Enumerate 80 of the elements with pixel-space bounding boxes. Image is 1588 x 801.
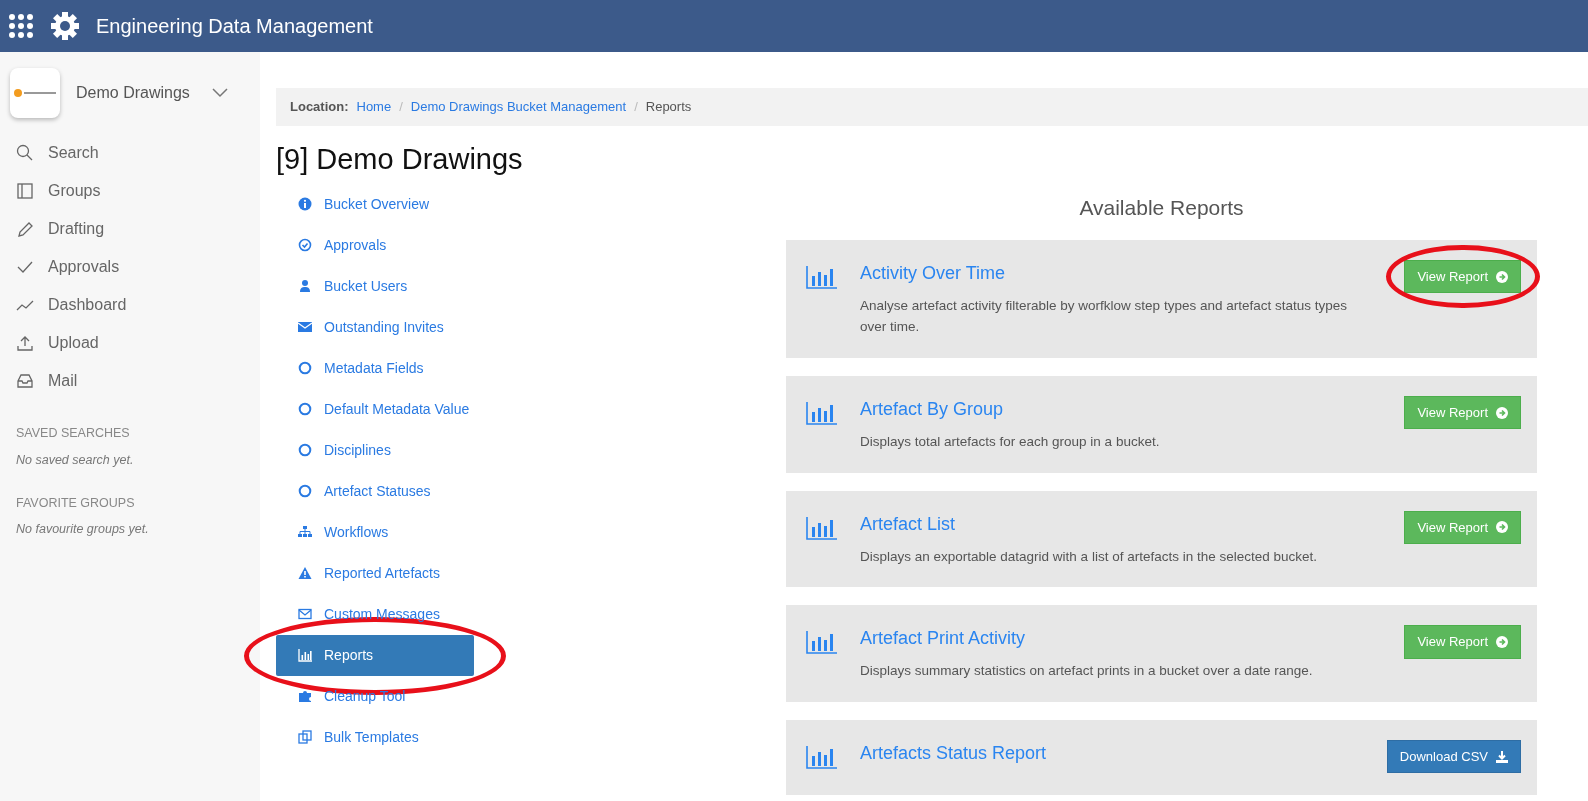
pencil-icon — [16, 220, 34, 238]
breadcrumb-current: Reports — [645, 98, 692, 116]
gear-icon — [50, 11, 80, 41]
circle-icon — [298, 443, 312, 458]
sidebar-item[interactable]: Groups — [16, 172, 244, 210]
section-heading: SAVED SEARCHES — [16, 425, 131, 442]
report-title[interactable]: Artefact List — [860, 510, 1383, 538]
breadcrumb-label: Location: — [290, 98, 349, 116]
nav-item[interactable]: Outstanding Invites — [276, 307, 474, 349]
bucket-name[interactable]: Demo Drawings — [76, 81, 196, 105]
puzzle-icon — [298, 689, 312, 704]
sitemap-icon — [298, 525, 312, 540]
arrow-circle-icon — [1496, 270, 1508, 283]
bar-chart-icon — [806, 629, 838, 656]
nav-item[interactable]: Bucket Users — [276, 266, 474, 308]
report-description: Displays an exportable datagrid with a list of artefacts in the selected bucket. — [860, 547, 1318, 566]
arrow-circle-icon — [1496, 635, 1508, 648]
nav-item[interactable]: Metadata Fields — [276, 348, 474, 390]
bar-chart-icon — [806, 743, 838, 770]
arrow-circle-icon — [1496, 521, 1508, 534]
report-description: Displays summary statistics on artefact prints in a bucket over a date range. — [860, 662, 1314, 681]
app-grid-icon[interactable] — [8, 13, 34, 39]
nav-item[interactable]: Reports — [276, 635, 474, 677]
check-circle-icon — [298, 238, 312, 253]
download-icon — [1496, 750, 1508, 763]
bar-chart-icon — [298, 648, 312, 663]
report-button[interactable]: View Report — [1404, 396, 1521, 430]
nav-item[interactable]: Approvals — [276, 225, 474, 267]
chevron-down-icon[interactable] — [212, 88, 228, 98]
app-title: Engineering Data Management — [96, 14, 373, 39]
envelope-icon — [298, 607, 312, 622]
empty-message: No favourite groups yet. — [16, 521, 150, 539]
sidebar-item[interactable]: Search — [16, 134, 244, 172]
sidebar-item[interactable]: Dashboard — [16, 286, 244, 324]
breadcrumb-separator: / — [399, 98, 403, 116]
user-icon — [298, 279, 312, 294]
sidebar-item[interactable]: Mail — [16, 362, 244, 400]
copy-icon — [298, 730, 312, 745]
report-title[interactable]: Activity Over Time — [860, 259, 1383, 287]
report-button[interactable]: Download CSV — [1386, 739, 1521, 774]
page-title: [9] Demo Drawings — [276, 141, 524, 177]
inbox-icon — [16, 372, 34, 390]
report-description: Displays total artefacts for each group in a bucket. — [860, 433, 1161, 451]
book-icon — [16, 182, 34, 200]
bar-chart-icon — [806, 263, 838, 290]
nav-item[interactable]: Bulk Templates — [276, 717, 474, 759]
report-title[interactable]: Artefact By Group — [860, 396, 1383, 423]
nav-item[interactable]: Disciplines — [276, 430, 474, 472]
info-icon — [298, 197, 312, 212]
report-button[interactable]: View Report — [1404, 510, 1521, 545]
arrow-circle-icon — [1496, 406, 1508, 419]
report-description: Analyse artefact activity filterable by worfklow step types and artefact status types over time. — [860, 296, 1348, 337]
section-heading: FAVORITE GROUPS — [16, 494, 136, 512]
envelope-icon — [298, 320, 312, 335]
breadcrumb-separator: / — [634, 98, 638, 116]
report-button[interactable]: View Report — [1404, 259, 1521, 294]
report-title[interactable]: Artefacts Status Report — [860, 739, 1365, 767]
sidebar-item[interactable]: Drafting — [16, 210, 244, 248]
nav-item[interactable]: Bucket Overview — [276, 184, 474, 226]
circle-icon — [298, 361, 312, 376]
nav-item[interactable]: Default Metadata Value — [276, 389, 474, 431]
bar-chart-icon — [806, 400, 838, 426]
search-icon — [16, 144, 34, 162]
bar-chart-icon — [806, 514, 838, 541]
bucket-logo — [10, 68, 60, 118]
warning-icon — [298, 566, 312, 581]
report-title[interactable]: Artefact Print Activity — [860, 625, 1383, 653]
nav-item[interactable]: Artefact Statuses — [276, 471, 474, 513]
circle-icon — [298, 402, 312, 417]
empty-message: No saved search yet. — [16, 451, 135, 469]
report-button[interactable]: View Report — [1404, 625, 1521, 659]
section-heading: Available Reports — [1078, 195, 1245, 222]
nav-item[interactable]: Reported Artefacts — [276, 553, 474, 595]
breadcrumb-link[interactable]: Home — [356, 97, 392, 117]
breadcrumb-link[interactable]: Demo Drawings Bucket Management — [410, 97, 627, 117]
upload-icon — [16, 334, 34, 352]
nav-item[interactable]: Workflows — [276, 512, 474, 554]
circle-icon — [298, 484, 312, 499]
sidebar-item[interactable]: Approvals — [16, 248, 244, 286]
sidebar-item[interactable]: Upload — [16, 324, 244, 362]
